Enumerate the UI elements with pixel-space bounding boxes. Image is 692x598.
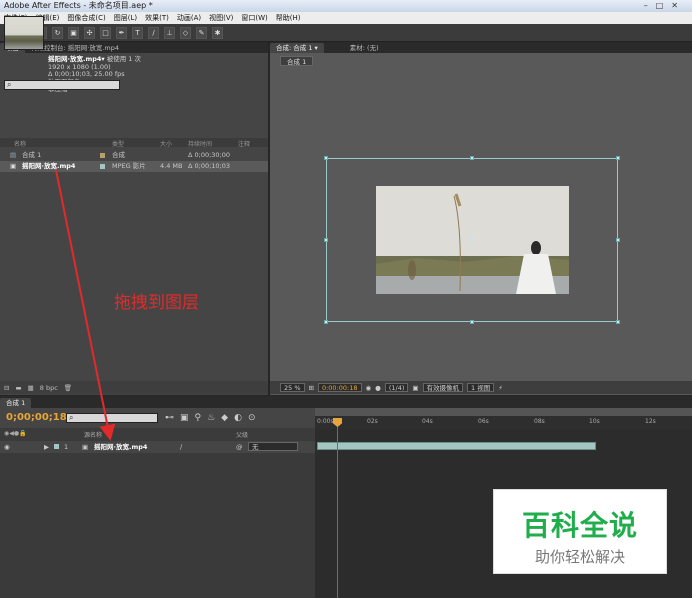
watermark-logo: 百科全说 助你轻松解决	[493, 489, 667, 574]
instruction-annotation: 拖拽到图层	[114, 293, 199, 313]
watermark-title: 百科全说	[521, 509, 638, 542]
watermark-subtitle: 助你轻松解决	[534, 548, 625, 566]
